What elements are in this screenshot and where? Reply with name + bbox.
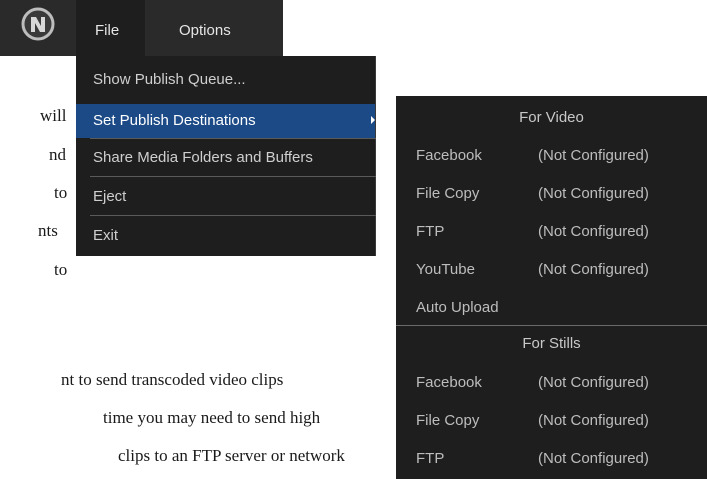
auto-upload-item[interactable]: Auto Upload (416, 289, 499, 327)
menu-item-share-media-folders[interactable]: Share Media Folders and Buffers (76, 141, 375, 175)
submenu-arrow-icon (371, 116, 375, 124)
menu-item-set-publish-destinations[interactable]: Set Publish Destinations (76, 104, 375, 138)
menu-divider (90, 138, 376, 139)
doc-text-fragment: to (54, 260, 68, 279)
publish-destinations-submenu: For Video Facebook (Not Configured) File… (396, 96, 707, 479)
destination-status: (Not Configured) (538, 185, 649, 202)
destination-name: FTP (416, 223, 445, 240)
destination-name: File Copy (416, 412, 480, 429)
doc-paragraph-fragment: nt to send transcoded video clips (61, 370, 284, 389)
section-header-video: For Video (519, 109, 584, 126)
menu-item-label: Share Media Folders and Buffers (93, 149, 313, 166)
file-menu-dropdown: Show Publish Queue... Set Publish Destin… (76, 56, 376, 256)
doc-text-fragment: to (54, 183, 68, 202)
menu-item-show-publish-queue[interactable]: Show Publish Queue... (76, 63, 375, 97)
menu-file[interactable]: File (76, 0, 145, 56)
destination-status: (Not Configured) (538, 450, 649, 467)
destination-name: FTP (416, 450, 445, 467)
destination-status: (Not Configured) (538, 223, 649, 240)
app-menubar: File Options (0, 0, 283, 56)
destination-status: (Not Configured) (538, 374, 649, 391)
destination-status: (Not Configured) (538, 412, 649, 429)
doc-text-fragment: will (40, 106, 67, 125)
menu-item-label: Show Publish Queue... (93, 71, 246, 88)
menu-item-eject[interactable]: Eject (76, 180, 375, 214)
app-logo-icon[interactable] (20, 6, 56, 46)
destination-name: Facebook (416, 374, 482, 391)
menu-item-label: Set Publish Destinations (93, 112, 256, 129)
destination-name: Facebook (416, 147, 482, 164)
destination-status: (Not Configured) (538, 147, 649, 164)
doc-paragraph-fragment: clips to an FTP server or network (118, 446, 345, 465)
menu-divider (90, 176, 376, 177)
menu-divider (90, 215, 376, 216)
doc-text-fragment: nts (38, 221, 58, 240)
menu-item-label: Eject (93, 188, 127, 205)
destination-status: (Not Configured) (538, 261, 649, 278)
doc-text-fragment: nd (49, 145, 66, 164)
menu-options[interactable]: Options (179, 0, 231, 56)
destination-name: File Copy (416, 185, 480, 202)
menu-item-label: Exit (93, 227, 119, 244)
menu-item-exit[interactable]: Exit (76, 219, 375, 253)
section-header-stills: For Stills (522, 335, 581, 352)
doc-paragraph-fragment: time you may need to send high (103, 408, 321, 427)
destination-name: YouTube (416, 261, 475, 278)
